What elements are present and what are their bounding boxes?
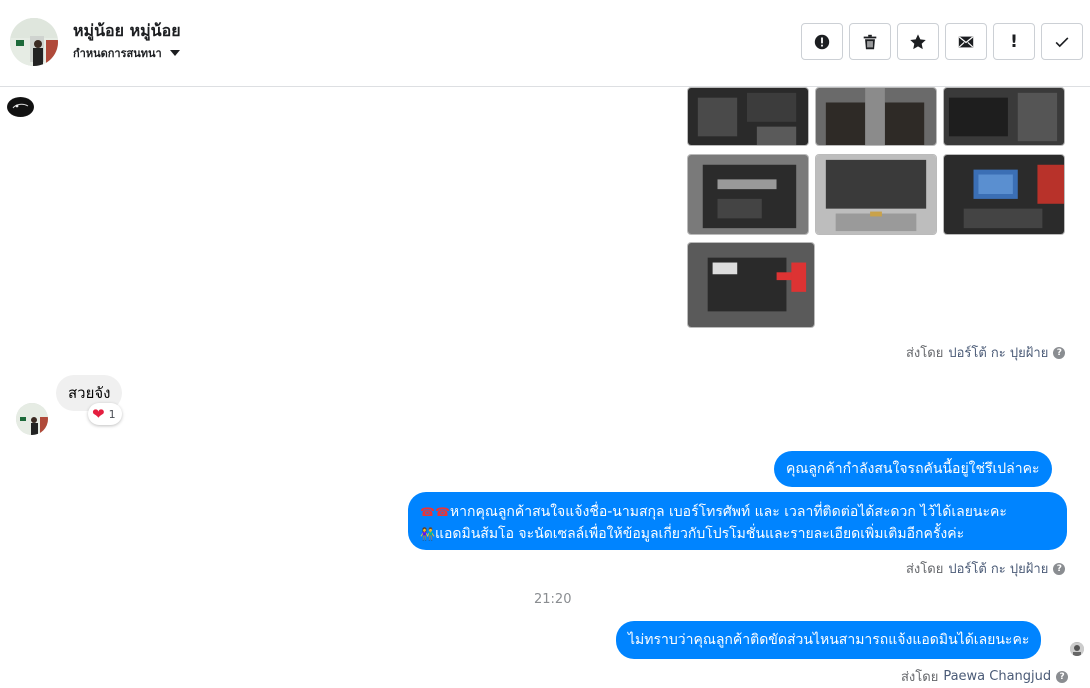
sent-by-prefix: ส่งโดย (906, 346, 944, 361)
report-button[interactable] (801, 23, 843, 60)
sent-by-prefix: ส่งโดย (906, 562, 944, 577)
delete-button[interactable] (849, 23, 891, 60)
car-photo-door[interactable] (687, 154, 809, 235)
conversation-label-dropdown[interactable]: กำหนดการสนทนา (73, 44, 180, 62)
seen-avatar (1070, 642, 1084, 656)
help-icon[interactable]: ? (1056, 670, 1069, 683)
sent-by-prefix: ส่งโดย (901, 670, 939, 685)
envelope-icon (958, 36, 974, 47)
sender-name-link[interactable]: ปอร์โต้ กะ ปุยฝ้าย (948, 558, 1048, 579)
exclamation-icon: ! (1010, 31, 1018, 52)
heart-icon: ❤ (92, 404, 105, 423)
outgoing-message-bubble[interactable]: ☎☎หากคุณลูกค้าสนใจแจ้งชื่อ-นามสกุล เบอร์… (408, 492, 1067, 550)
mark-unread-button[interactable] (945, 23, 987, 60)
outgoing-message-text: คุณลูกค้ากำลังสนใจรถคันนี้อยู่ใช่รึเปล่า… (786, 461, 1040, 477)
conversation-header: หมู่น้อย หมู่น้อย กำหนดการสนทนา ! (0, 0, 1090, 87)
help-icon[interactable]: ? (1053, 346, 1066, 359)
outgoing-message-bubble[interactable]: คุณลูกค้ากำลังสนใจรถคันนี้อยู่ใช่รึเปล่า… (774, 451, 1052, 487)
car-photo-engine[interactable] (815, 154, 937, 235)
incoming-message-text: สวยจัง (68, 384, 111, 402)
trash-icon (863, 34, 877, 49)
page-logo (7, 97, 34, 117)
reaction-count: 1 (108, 407, 116, 421)
car-photo-dashboard[interactable] (943, 154, 1065, 235)
contact-name[interactable]: หมู่น้อย หมู่น้อย (73, 19, 181, 44)
contact-avatar[interactable] (10, 18, 58, 66)
conversation-label: กำหนดการสนทนา (73, 47, 162, 60)
message-timestamp: 21:20 (534, 592, 572, 607)
star-button[interactable] (897, 23, 939, 60)
sender-avatar[interactable] (16, 403, 48, 435)
people-icon: 👫 (420, 527, 435, 541)
telephone-icon: ☎☎ (420, 505, 450, 519)
caret-down-icon (169, 50, 180, 56)
alert-circle-icon (814, 34, 830, 49)
sent-by-info-3: ส่งโดย Paewa Changjud ? (901, 666, 1069, 687)
conversation-toolbar: ! (801, 23, 1083, 60)
sender-name-link[interactable]: ปอร์โต้ กะ ปุยฝ้าย (948, 342, 1048, 363)
message-line-1: ☎☎หากคุณลูกค้าสนใจแจ้งชื่อ-นามสกุล เบอร์… (420, 501, 1055, 523)
help-icon[interactable]: ? (1053, 562, 1066, 575)
done-button[interactable] (1041, 23, 1083, 60)
car-photo-interior-1[interactable] (687, 87, 809, 146)
message-line-2: 👫แอดมินส้มโอ จะนัดเซลล์เพื่อให้ข้อมูลเกี… (420, 523, 1055, 545)
important-button[interactable]: ! (993, 23, 1035, 60)
outgoing-message-bubble[interactable]: ไม่ทราบว่าคุณลูกค้าติดขัดส่วนไหนสามารถแจ… (616, 621, 1042, 659)
message-line-2-text: แอดมินส้มโอ จะนัดเซลล์เพื่อให้ข้อมูลเกี่… (434, 526, 965, 542)
sent-by-info-1: ส่งโดย ปอร์โต้ กะ ปุยฝ้าย ? (906, 342, 1066, 363)
message-reaction[interactable]: ❤ 1 (88, 403, 122, 425)
car-photo-interior-2[interactable] (815, 87, 937, 146)
sender-name-link[interactable]: Paewa Changjud (943, 669, 1051, 684)
car-photo-interior-3[interactable] (943, 87, 1065, 146)
star-icon (910, 33, 926, 49)
check-icon (1055, 36, 1069, 47)
sent-by-info-2: ส่งโดย ปอร์โต้ กะ ปุยฝ้าย ? (906, 558, 1066, 579)
outgoing-message-text: ไม่ทราบว่าคุณลูกค้าติดขัดส่วนไหนสามารถแจ… (628, 632, 1030, 648)
car-photo-battery[interactable] (687, 242, 815, 328)
message-line-1-text: หากคุณลูกค้าสนใจแจ้งชื่อ-นามสกุล เบอร์โท… (449, 504, 1007, 520)
